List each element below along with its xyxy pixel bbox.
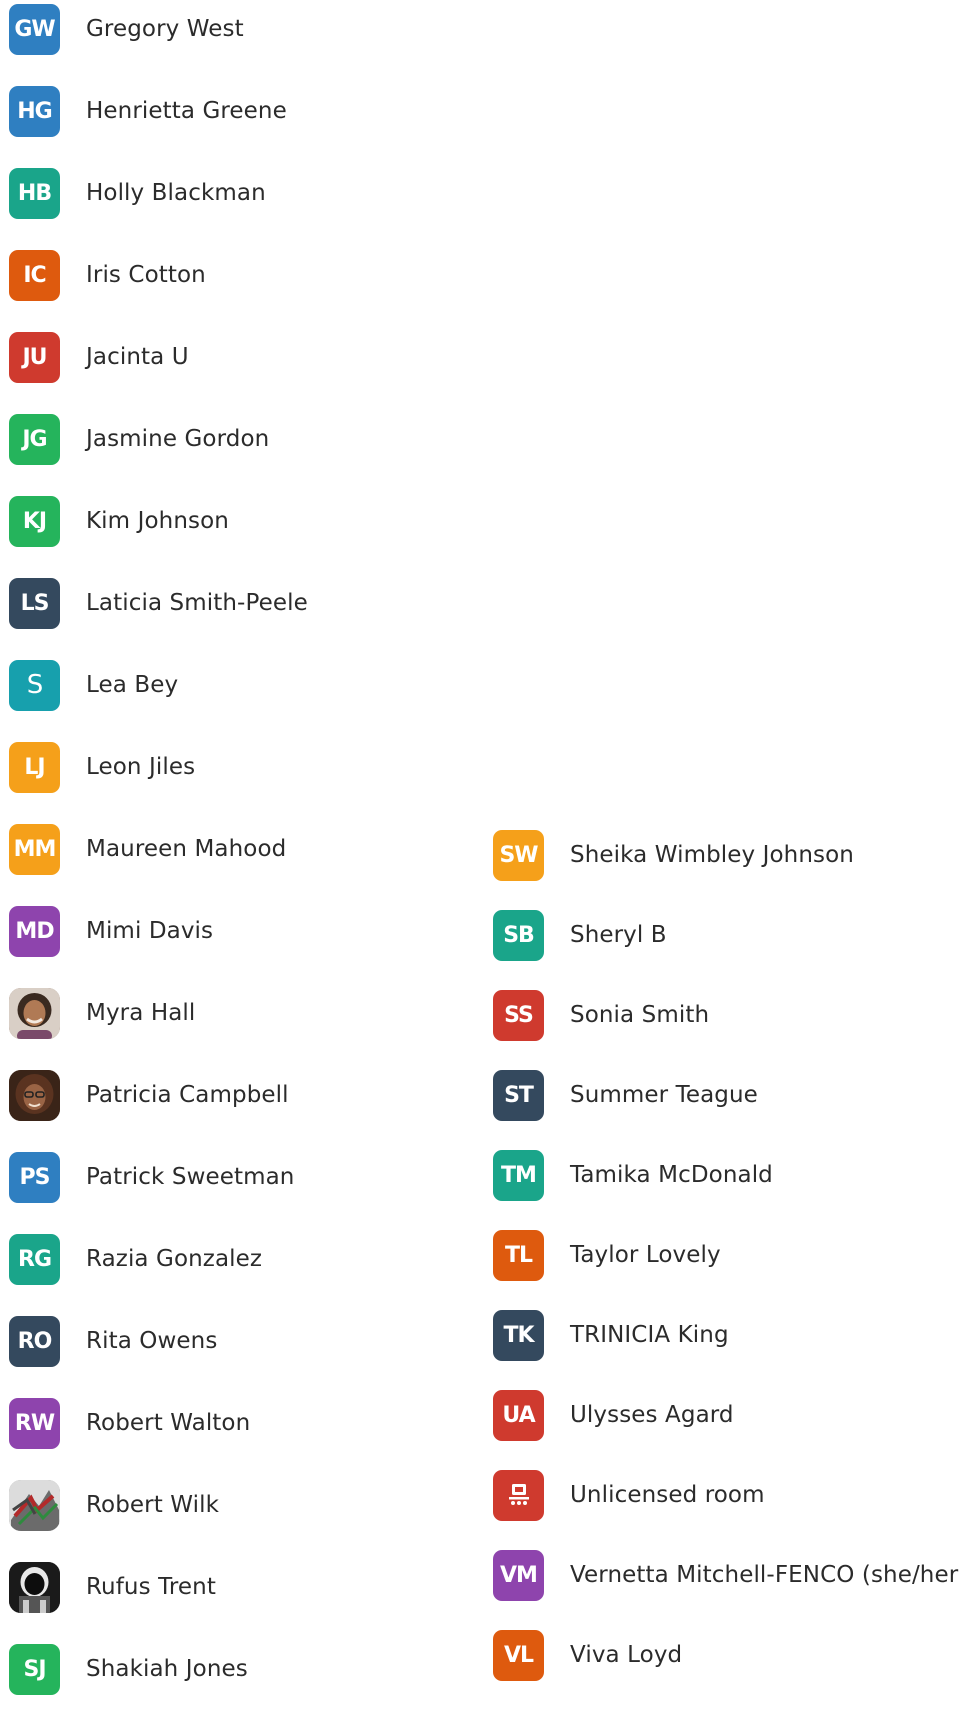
participant-list-left: GW Gregory West HG Henrietta Greene HB Holly … — [9, 0, 449, 1710]
participant-holly-blackman[interactable]: HB Holly Blackman — [9, 152, 449, 234]
participant-taylor-lovely[interactable]: TL Taylor Lovely — [493, 1215, 960, 1295]
participant-list-right: SW Sheika Wimbley Johnson SB Sheryl B SS Soni… — [493, 815, 960, 1695]
avatar-initials: VM — [493, 1549, 544, 1601]
participant-name: Maureen Mahood — [86, 836, 287, 862]
avatar-initials: ST — [493, 1069, 544, 1121]
participant-summer-teague[interactable]: ST Summer Teague — [493, 1055, 960, 1135]
participant-vernetta-mitchell-fenco-she-her[interactable]: VM Vernetta Mitchell-FENCO (she/her) — [493, 1535, 960, 1615]
participant-name: Rufus Trent — [86, 1574, 216, 1600]
participant-name: Leon Jiles — [86, 754, 196, 780]
participant-patrick-sweetman[interactable]: PS Patrick Sweetman — [9, 1136, 449, 1218]
participant-unlicensed-room[interactable]: Unlicensed room — [493, 1455, 960, 1535]
participant-sonia-smith[interactable]: SS Sonia Smith — [493, 975, 960, 1055]
participant-name: Holly Blackman — [86, 180, 266, 206]
participant-ulysses-agard[interactable]: UA Ulysses Agard — [493, 1375, 960, 1455]
avatar-photo — [9, 1069, 60, 1121]
participant-name: Vernetta Mitchell-FENCO (she/her) — [570, 1562, 960, 1588]
participant-name: Robert Walton — [86, 1410, 251, 1436]
avatar-initials: VL — [493, 1629, 544, 1681]
participant-name: Jacinta U — [86, 344, 189, 370]
avatar-initials: TL — [493, 1229, 544, 1281]
participant-name: Rita Owens — [86, 1328, 218, 1354]
participant-name: Patricia Campbell — [86, 1082, 289, 1108]
avatar-initials: KJ — [9, 495, 60, 547]
participant-iris-cotton[interactable]: IC Iris Cotton — [9, 234, 449, 316]
participant-rufus-trent[interactable]: Rufus Trent — [9, 1546, 449, 1628]
participant-name: Ulysses Agard — [570, 1402, 734, 1428]
participant-name: Iris Cotton — [86, 262, 206, 288]
participant-name: Sheryl B — [570, 922, 667, 948]
participant-leon-jiles[interactable]: LJ Leon Jiles — [9, 726, 449, 808]
room-icon — [493, 1469, 544, 1521]
avatar-initials: SW — [493, 829, 544, 881]
participant-name: Viva Loyd — [570, 1642, 683, 1668]
participant-patricia-campbell[interactable]: Patricia Campbell — [9, 1054, 449, 1136]
participant-name: Summer Teague — [570, 1082, 758, 1108]
participant-robert-walton[interactable]: RW Robert Walton — [9, 1382, 449, 1464]
participant-name: TRINICIA King — [570, 1322, 729, 1348]
participant-name: Gregory West — [86, 16, 244, 42]
avatar-initials: RW — [9, 1397, 60, 1449]
avatar-initials: MM — [9, 823, 60, 875]
participant-laticia-smith-peele[interactable]: LS Laticia Smith-Peele — [9, 562, 449, 644]
participant-robert-wilk[interactable]: Robert Wilk — [9, 1464, 449, 1546]
avatar-initials: UA — [493, 1389, 544, 1441]
participant-name: Tamika McDonald — [570, 1162, 773, 1188]
participant-name: Myra Hall — [86, 1000, 196, 1026]
participant-razia-gonzalez[interactable]: RG Razia Gonzalez — [9, 1218, 449, 1300]
participant-viva-loyd[interactable]: VL Viva Loyd — [493, 1615, 960, 1695]
participant-jacinta-u[interactable]: JU Jacinta U — [9, 316, 449, 398]
participant-name: Kim Johnson — [86, 508, 229, 534]
participant-kim-johnson[interactable]: KJ Kim Johnson — [9, 480, 449, 562]
avatar-initials: SB — [493, 909, 544, 961]
participant-name: Mimi Davis — [86, 918, 214, 944]
participant-name: Lea Bey — [86, 672, 179, 698]
participant-gregory-west[interactable]: GW Gregory West — [9, 0, 449, 70]
avatar-initials: SS — [493, 989, 544, 1041]
participant-name: Razia Gonzalez — [86, 1246, 263, 1272]
avatar-initials: TK — [493, 1309, 544, 1361]
participant-name: Shakiah Jones — [86, 1656, 248, 1682]
avatar-initials: LJ — [9, 741, 60, 793]
participant-henrietta-greene[interactable]: HG Henrietta Greene — [9, 70, 449, 152]
avatar-photo — [9, 1561, 60, 1613]
participant-lea-bey[interactable]: S Lea Bey — [9, 644, 449, 726]
avatar-initials: IC — [9, 249, 60, 301]
participant-name: Patrick Sweetman — [86, 1164, 295, 1190]
participant-name: Sheika Wimbley Johnson — [570, 842, 854, 868]
avatar-initials: S — [9, 659, 60, 711]
avatar-initials: RG — [9, 1233, 60, 1285]
avatar-photo — [9, 1479, 60, 1531]
participant-name: Laticia Smith-Peele — [86, 590, 308, 616]
participant-name: Sonia Smith — [570, 1002, 710, 1028]
avatar-initials: JU — [9, 331, 60, 383]
participant-jasmine-gordon[interactable]: JG Jasmine Gordon — [9, 398, 449, 480]
participant-name: Jasmine Gordon — [86, 426, 270, 452]
participant-name: Henrietta Greene — [86, 98, 287, 124]
participant-name: Taylor Lovely — [570, 1242, 721, 1268]
participant-rita-owens[interactable]: RO Rita Owens — [9, 1300, 449, 1382]
avatar-initials: LS — [9, 577, 60, 629]
avatar-initials: SJ — [9, 1643, 60, 1695]
avatar-initials: HB — [9, 167, 60, 219]
participant-trinicia-king[interactable]: TK TRINICIA King — [493, 1295, 960, 1375]
avatar-initials: TM — [493, 1149, 544, 1201]
participant-name: Unlicensed room — [570, 1482, 765, 1508]
participant-myra-hall[interactable]: Myra Hall — [9, 972, 449, 1054]
avatar-photo — [9, 987, 60, 1039]
avatar-initials: MD — [9, 905, 60, 957]
participant-tamika-mcdonald[interactable]: TM Tamika McDonald — [493, 1135, 960, 1215]
participant-sheryl-b[interactable]: SB Sheryl B — [493, 895, 960, 975]
participant-shakiah-jones[interactable]: SJ Shakiah Jones — [9, 1628, 449, 1710]
avatar-initials: JG — [9, 413, 60, 465]
participant-maureen-mahood[interactable]: MM Maureen Mahood — [9, 808, 449, 890]
participant-name: Robert Wilk — [86, 1492, 219, 1518]
avatar-initials: HG — [9, 85, 60, 137]
participant-mimi-davis[interactable]: MD Mimi Davis — [9, 890, 449, 972]
avatar-initials: RO — [9, 1315, 60, 1367]
avatar-initials: PS — [9, 1151, 60, 1203]
avatar-initials: GW — [9, 3, 60, 55]
participant-sheika-wimbley-johnson[interactable]: SW Sheika Wimbley Johnson — [493, 815, 960, 895]
